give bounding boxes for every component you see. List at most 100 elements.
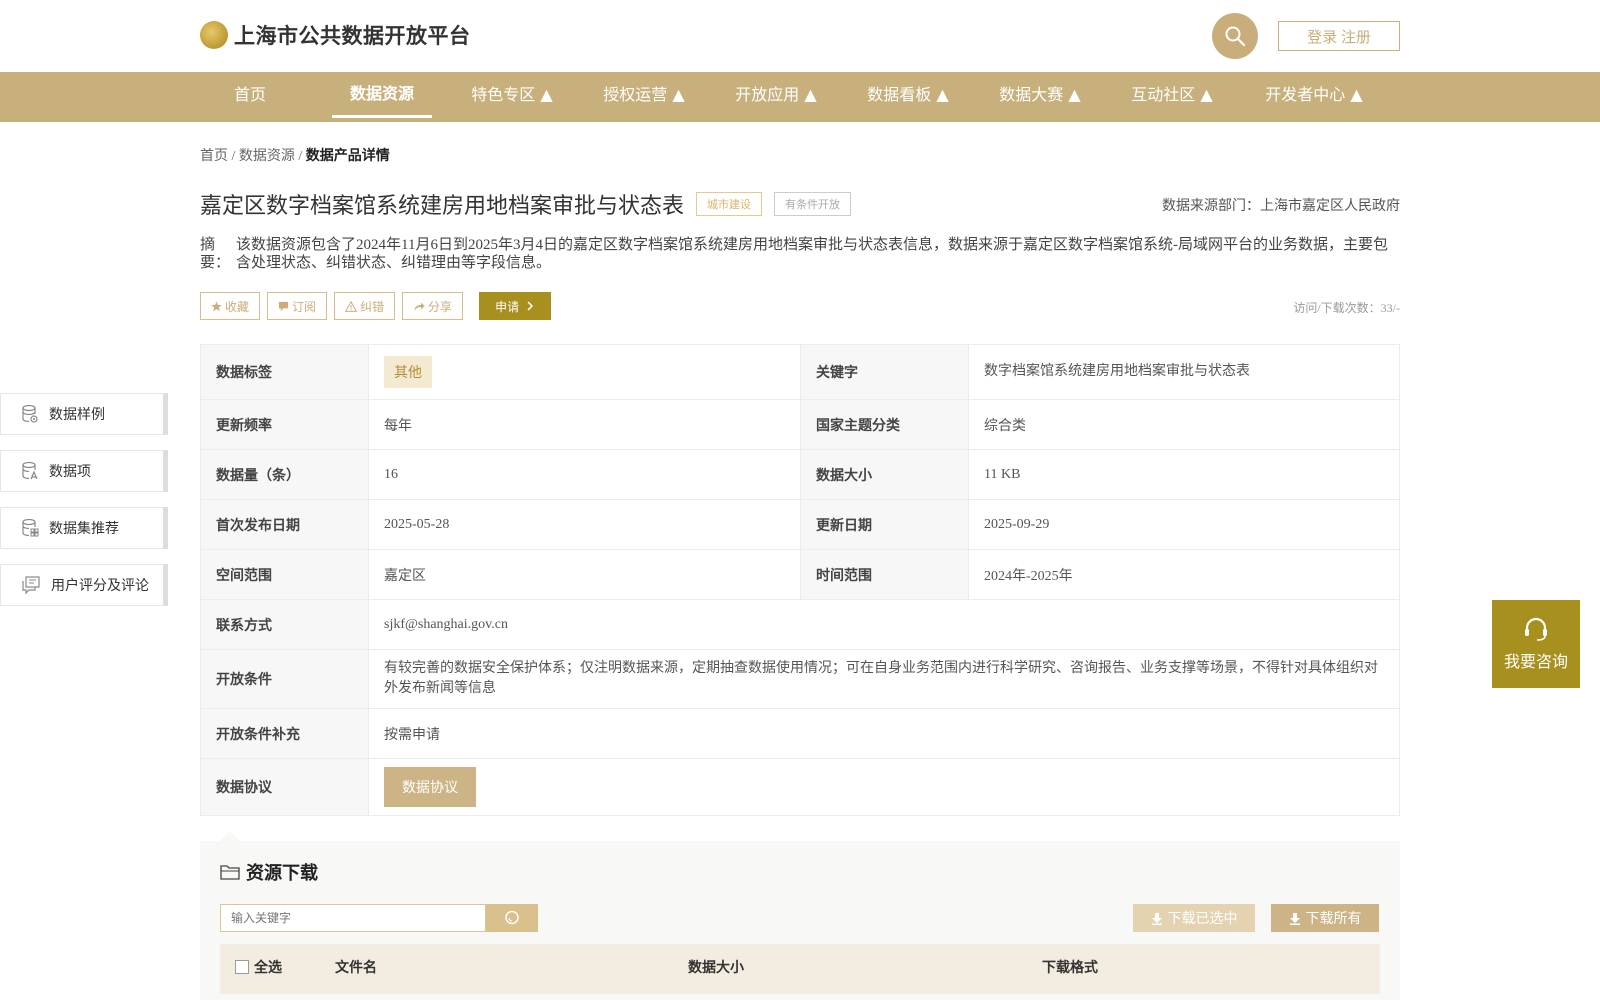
- favorite-label: 收藏: [225, 299, 250, 314]
- breadcrumb: 首页 / 数据资源 / 数据产品详情: [200, 145, 390, 165]
- comment-icon: [22, 576, 40, 595]
- keyword-search-input[interactable]: [220, 904, 486, 932]
- select-all-checkbox[interactable]: 全选: [235, 944, 282, 994]
- headset-icon: [1525, 617, 1547, 641]
- info-key: 开放条件: [200, 649, 369, 709]
- info-value: 其他: [368, 344, 801, 400]
- abstract-text: 该数据资源包含了2024年11月6日到2025年3月4日的嘉定区数字档案馆系统建…: [236, 237, 1388, 271]
- info-key: 联系方式: [200, 599, 369, 650]
- flag-icon: [278, 301, 289, 311]
- contact-email[interactable]: sjkf@shanghai.gov.cn: [368, 599, 1400, 650]
- info-key: 数据大小: [800, 449, 969, 500]
- info-key: 开放条件补充: [200, 708, 369, 759]
- info-value: 有较完善的数据安全保护体系；仅注明数据来源，定期抽查数据使用情况；可在自身业务范…: [368, 649, 1400, 709]
- info-key: 更新日期: [800, 499, 969, 550]
- side-item-data-sample[interactable]: 数据样例: [0, 393, 168, 435]
- info-value: 每年: [368, 399, 801, 450]
- table-row: 开放条件 有较完善的数据安全保护体系；仅注明数据来源，定期抽查数据使用情况；可在…: [200, 649, 1400, 709]
- consult-button[interactable]: 我要咨询: [1492, 600, 1580, 688]
- correct-button[interactable]: 纠错: [334, 292, 396, 320]
- section-notch: [220, 831, 240, 841]
- table-row: 更新频率 每年 国家主题分类 综合类: [200, 399, 1400, 450]
- nav-item-community[interactable]: 互动社区 ▲: [1122, 72, 1222, 122]
- side-item-user-comments[interactable]: 用户评分及评论: [0, 564, 168, 606]
- column-select-all: 全选: [254, 961, 282, 976]
- breadcrumb-current: 数据产品详情: [305, 149, 390, 164]
- column-data-size: 数据大小: [688, 961, 744, 976]
- side-item-label: 数据项: [49, 465, 91, 480]
- nav-item-data-dashboard[interactable]: 数据看板 ▲: [858, 72, 958, 122]
- download-table-header: 全选 文件名 数据大小 下载格式: [220, 944, 1380, 994]
- info-key: 数据协议: [200, 758, 369, 816]
- nav-item-special-zone[interactable]: 特色专区 ▲: [462, 72, 562, 122]
- site-title: 上海市公共数据开放平台: [234, 24, 471, 48]
- consult-label: 我要咨询: [1503, 652, 1568, 671]
- abstract-label: 摘要：: [200, 237, 231, 271]
- info-key: 数据量（条）: [200, 449, 369, 500]
- share-button[interactable]: 分享: [402, 292, 464, 320]
- data-protocol-button[interactable]: 数据协议: [384, 767, 476, 807]
- download-all-button[interactable]: 下载所有: [1271, 904, 1379, 932]
- nav-item-home[interactable]: 首页: [200, 72, 300, 122]
- download-search: [220, 904, 538, 932]
- info-value: 按需申请: [368, 708, 1400, 759]
- info-key: 数据标签: [200, 344, 369, 400]
- info-value: 2025-09-29: [968, 499, 1400, 550]
- nav-item-open-apps[interactable]: 开放应用 ▲: [726, 72, 826, 122]
- download-selected-label: 下载已选中: [1167, 912, 1238, 927]
- share-label: 分享: [428, 299, 453, 314]
- keyword-search-button[interactable]: [486, 904, 538, 932]
- source-department: 数据来源部门：上海市嘉定区人民政府: [1162, 199, 1400, 214]
- apply-button[interactable]: 申请: [479, 292, 552, 320]
- table-row: 联系方式 sjkf@shanghai.gov.cn: [200, 599, 1400, 650]
- search-button[interactable]: [1212, 13, 1258, 59]
- info-value: 16: [368, 449, 801, 500]
- nav-item-authorized-operation[interactable]: 授权运营 ▲: [594, 72, 694, 122]
- login-register-button[interactable]: 登录 注册: [1278, 21, 1400, 51]
- data-info-table: 数据标签 其他 关键字 数字档案馆系统建房用地档案审批与状态表 更新频率 每年 …: [200, 344, 1400, 816]
- main-nav: 首页 数据资源 特色专区 ▲ 授权运营 ▲ 开放应用 ▲ 数据看板 ▲ 数据大赛…: [0, 72, 1600, 122]
- database-text-icon: [22, 461, 38, 480]
- info-value: 嘉定区: [368, 549, 801, 600]
- table-row: 开放条件补充 按需申请: [200, 708, 1400, 759]
- download-icon: [1151, 912, 1162, 925]
- subscribe-button[interactable]: 订阅: [267, 292, 328, 320]
- column-format: 下载格式: [1042, 961, 1098, 976]
- database-icon: [22, 404, 38, 423]
- checkbox[interactable]: [235, 960, 249, 974]
- favorite-button[interactable]: 收藏: [200, 292, 261, 320]
- table-row: 空间范围 嘉定区 时间范围 2024年-2025年: [200, 549, 1400, 600]
- info-value: 综合类: [968, 399, 1400, 450]
- side-item-dataset-recommend[interactable]: 数据集推荐: [0, 507, 168, 549]
- logo-emblem-icon: [200, 21, 228, 49]
- side-item-data-fields[interactable]: 数据项: [0, 450, 168, 492]
- info-value: 2025-05-28: [368, 499, 801, 550]
- nav-item-developer[interactable]: 开发者中心 ▲: [1254, 72, 1374, 122]
- download-section-title: 资源下载: [220, 859, 318, 885]
- apply-label: 申请: [495, 299, 520, 314]
- correct-label: 纠错: [360, 299, 385, 314]
- star-icon: [211, 300, 222, 311]
- title-row: 嘉定区数字档案馆系统建房用地档案审批与状态表 城市建设 有条件开放: [200, 188, 852, 220]
- page-title: 嘉定区数字档案馆系统建房用地档案审批与状态表: [200, 194, 685, 219]
- search-icon: [505, 910, 519, 925]
- nav-item-data-resources[interactable]: 数据资源: [332, 72, 432, 118]
- nav-item-data-contest[interactable]: 数据大赛 ▲: [990, 72, 1090, 122]
- download-title-text: 资源下载: [246, 863, 318, 884]
- download-selected-button[interactable]: 下载已选中: [1133, 904, 1255, 932]
- breadcrumb-home[interactable]: 首页: [200, 149, 228, 164]
- download-all-label: 下载所有: [1305, 912, 1362, 927]
- warning-icon: [345, 300, 358, 312]
- data-tag-chip[interactable]: 其他: [384, 356, 432, 388]
- category-tag[interactable]: 城市建设: [696, 192, 763, 216]
- table-row: 数据量（条） 16 数据大小 11 KB: [200, 449, 1400, 500]
- chevron-right-icon: [527, 301, 534, 311]
- side-menu: 数据样例 数据项 数据集推荐 用户评分及评论: [0, 393, 168, 621]
- download-icon: [1289, 912, 1300, 925]
- column-file-name: 文件名: [335, 961, 377, 976]
- breadcrumb-resources[interactable]: 数据资源: [239, 149, 295, 164]
- info-key: 关键字: [800, 344, 969, 400]
- side-item-label: 用户评分及评论: [51, 579, 149, 594]
- site-logo[interactable]: 上海市公共数据开放平台: [200, 20, 471, 50]
- abstract: 摘要： 该数据资源包含了2024年11月6日到2025年3月4日的嘉定区数字档案…: [200, 236, 1400, 272]
